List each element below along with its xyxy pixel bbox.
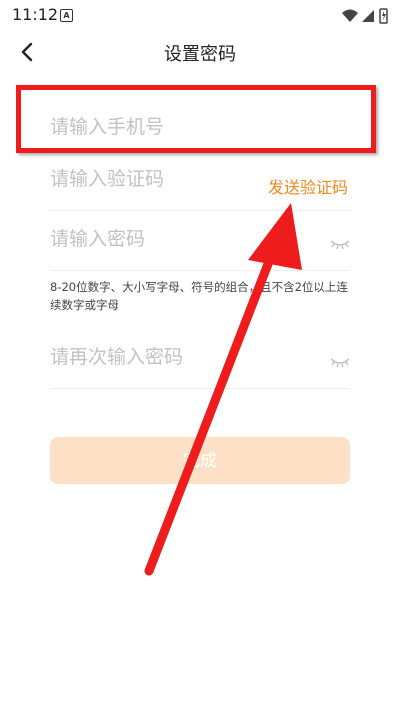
page-title: 设置密码 [164, 44, 236, 65]
status-bar: 11:12 A [0, 0, 400, 30]
confirm-password-input[interactable] [50, 346, 250, 368]
eye-closed-icon[interactable] [330, 356, 350, 370]
send-code-button[interactable]: 发送验证码 [268, 174, 348, 198]
code-field: 发送验证码 [50, 150, 350, 211]
submit-button[interactable]: 完成 [50, 437, 350, 484]
password-hint: 8-20位数字、大小写字母、符号的组合，且不含2位以上连续数字或字母 [50, 280, 348, 312]
code-input[interactable] [50, 168, 250, 190]
status-icons [342, 8, 388, 24]
notification-a-icon: A [60, 9, 73, 22]
password-field [50, 210, 350, 271]
password-input[interactable] [50, 228, 250, 250]
confirm-password-field [50, 328, 350, 389]
wifi-icon [342, 9, 358, 22]
status-time: 11:12 [12, 5, 59, 24]
eye-closed-icon[interactable] [330, 238, 350, 252]
nav-bar: 设置密码 [0, 30, 400, 74]
signal-icon [362, 10, 374, 22]
annotation-highlight-box [16, 85, 376, 153]
